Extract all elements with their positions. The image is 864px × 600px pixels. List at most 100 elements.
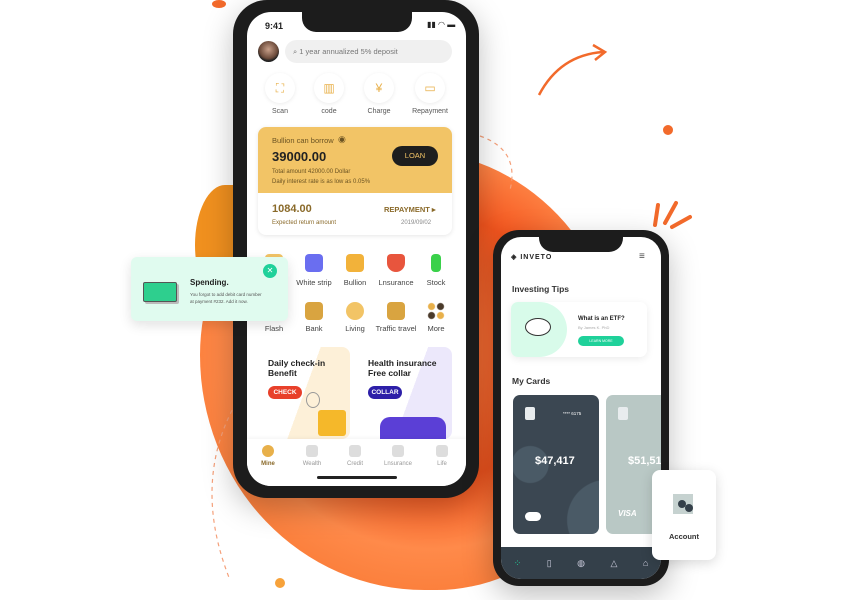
banner-checkin[interactable]: Daily check-in Benefit CHECK <box>258 347 350 439</box>
bell-icon[interactable]: △ <box>610 558 617 569</box>
total-amount: Total amount 42000.00 Dollar <box>272 169 351 175</box>
cards-icon[interactable] <box>305 254 323 272</box>
interest-rate: Daily interest rate is as low as 0.05% <box>272 179 371 185</box>
return-label: Expected return amount <box>272 220 337 226</box>
dot <box>663 125 673 135</box>
balloon <box>306 392 320 408</box>
banner-title: Free collar <box>368 368 411 378</box>
repayment-link[interactable]: REPAYMENT ▸ <box>384 205 436 214</box>
user-icon[interactable]: ◍ <box>577 558 585 569</box>
person-icon <box>685 504 693 512</box>
search-input[interactable]: ⌕ 1 year annualized 5% deposit <box>285 40 452 63</box>
credit-card-icon <box>143 282 177 302</box>
card-1[interactable]: **** 6175 $47,417 <box>513 395 599 534</box>
card-balance: $47,417 <box>535 455 575 467</box>
card-balance: $51,51 <box>628 455 661 467</box>
life-icon <box>436 445 448 457</box>
grid-label: More <box>427 324 445 333</box>
notch <box>302 12 412 32</box>
account-label: Account <box>669 532 699 541</box>
nav-label: Mine <box>261 461 275 467</box>
gift-illustration <box>318 410 346 436</box>
grid-icon[interactable]: ⁘ <box>514 558 522 569</box>
loan-card: Bullion can borrow ◉ 39000.00 LOAN Total… <box>258 127 452 235</box>
bottom-nav: Mine Wealth Credit Lnsurance Life <box>247 439 466 486</box>
banner-title: Benefit <box>268 368 297 378</box>
shield-icon[interactable] <box>387 254 405 272</box>
dot <box>212 0 226 8</box>
chip-icon <box>618 407 628 420</box>
tip-title: What is an ETF? <box>578 316 625 322</box>
spending-notification: Spending. You forgot to add debit card n… <box>131 257 288 321</box>
arrow-icon <box>537 43 608 96</box>
collar-button[interactable]: COLLAR <box>368 386 402 399</box>
phone-main: 9:41 ▮▮ ◠ ▬ ⌕ 1 year annualized 5% depos… <box>233 0 479 498</box>
grid-label: Stock <box>426 278 446 287</box>
visa-logo: VISA <box>618 509 637 518</box>
bus-icon[interactable] <box>387 302 405 320</box>
gold-bars-icon[interactable] <box>346 254 364 272</box>
barcode-icon[interactable]: ▥ <box>314 73 344 103</box>
home-indicator <box>317 476 397 479</box>
menu-icon[interactable]: ≡ <box>639 251 645 262</box>
check-button[interactable]: CHECK <box>268 386 302 399</box>
nav-label: Credit <box>346 461 363 467</box>
status-time: 9:41 <box>265 21 284 31</box>
eye-icon[interactable]: ◉ <box>338 134 346 145</box>
book-icon[interactable]: ▯ <box>547 558 552 569</box>
close-icon[interactable]: ✕ <box>263 264 277 278</box>
notification-text: at payment #232. Add it now. <box>190 299 248 304</box>
cards-heading: My Cards <box>512 376 551 386</box>
tips-heading: Investing Tips <box>512 284 569 294</box>
tip-author: By James K. PhD <box>578 325 610 330</box>
avatar[interactable] <box>258 41 279 62</box>
piggy-bank-icon <box>525 318 551 336</box>
banner-title: Daily check-in <box>268 358 326 368</box>
quick-action-label: Repayment <box>412 108 448 115</box>
chip-icon <box>525 407 535 420</box>
scan-icon[interactable]: ⛶ <box>265 73 295 103</box>
status-icons: ▮▮ ◠ ▬ <box>427 20 456 29</box>
nav-label: Wealth <box>302 461 322 467</box>
nav-mine[interactable]: Mine <box>248 445 288 467</box>
phone-main-screen: 9:41 ▮▮ ◠ ▬ ⌕ 1 year annualized 5% depos… <box>247 12 466 486</box>
repayment-date: 2019/09/02 <box>401 220 432 226</box>
nav-life[interactable]: Life <box>422 445 462 467</box>
card-icon[interactable]: ▭ <box>415 73 445 103</box>
nav-label: Lnsurance <box>383 461 413 467</box>
nav-credit[interactable]: Credit <box>335 445 375 467</box>
banner-title: Health insurance <box>368 358 437 368</box>
flash-icon[interactable] <box>346 302 364 320</box>
credit-icon <box>349 445 361 457</box>
banner-health[interactable]: Health insurance Free collar COLLAR <box>358 347 452 439</box>
bottom-nav: ⁘ ▯ ◍ △ ⌂ <box>501 547 661 579</box>
phone-secondary-screen: ◈ INVETO ≡ Investing Tips What is an ETF… <box>501 237 661 579</box>
inveto-logo: ◈ INVETO <box>511 254 553 261</box>
insurance-icon <box>392 445 404 457</box>
wealth-icon <box>306 445 318 457</box>
notification-text: You forgot to add debit card number <box>190 292 262 297</box>
nav-wealth[interactable]: Wealth <box>292 445 332 467</box>
search-placeholder: 1 year annualized 5% deposit <box>299 47 398 56</box>
account-tile[interactable]: Account <box>652 470 716 560</box>
phone-secondary: ◈ INVETO ≡ Investing Tips What is an ETF… <box>493 230 669 586</box>
charge-icon[interactable]: ¥ <box>364 73 394 103</box>
nav-insurance[interactable]: Lnsurance <box>378 445 418 467</box>
loan-amount: 39000.00 <box>272 149 327 164</box>
bank-icon[interactable] <box>305 302 323 320</box>
loan-title: Bullion can borrow <box>272 136 334 145</box>
sparkle-icon <box>653 201 692 229</box>
tip-card[interactable]: What is an ETF? By James K. PhD LEARN MO… <box>511 302 647 357</box>
notch <box>539 237 623 252</box>
return-amount: 1084.00 <box>272 203 312 215</box>
nav-label: Life <box>437 461 447 467</box>
loan-button[interactable]: LOAN <box>392 146 438 166</box>
more-icon[interactable] <box>427 302 445 320</box>
mastercard-icon <box>525 512 541 521</box>
learn-more-button[interactable]: LEARN MORE <box>578 336 624 346</box>
card-number: **** 6175 <box>563 411 582 416</box>
candlestick-icon[interactable] <box>431 254 441 272</box>
people-illustration <box>380 417 446 439</box>
home-icon[interactable]: ⌂ <box>643 558 648 568</box>
brand-name: INVETO <box>520 254 553 261</box>
